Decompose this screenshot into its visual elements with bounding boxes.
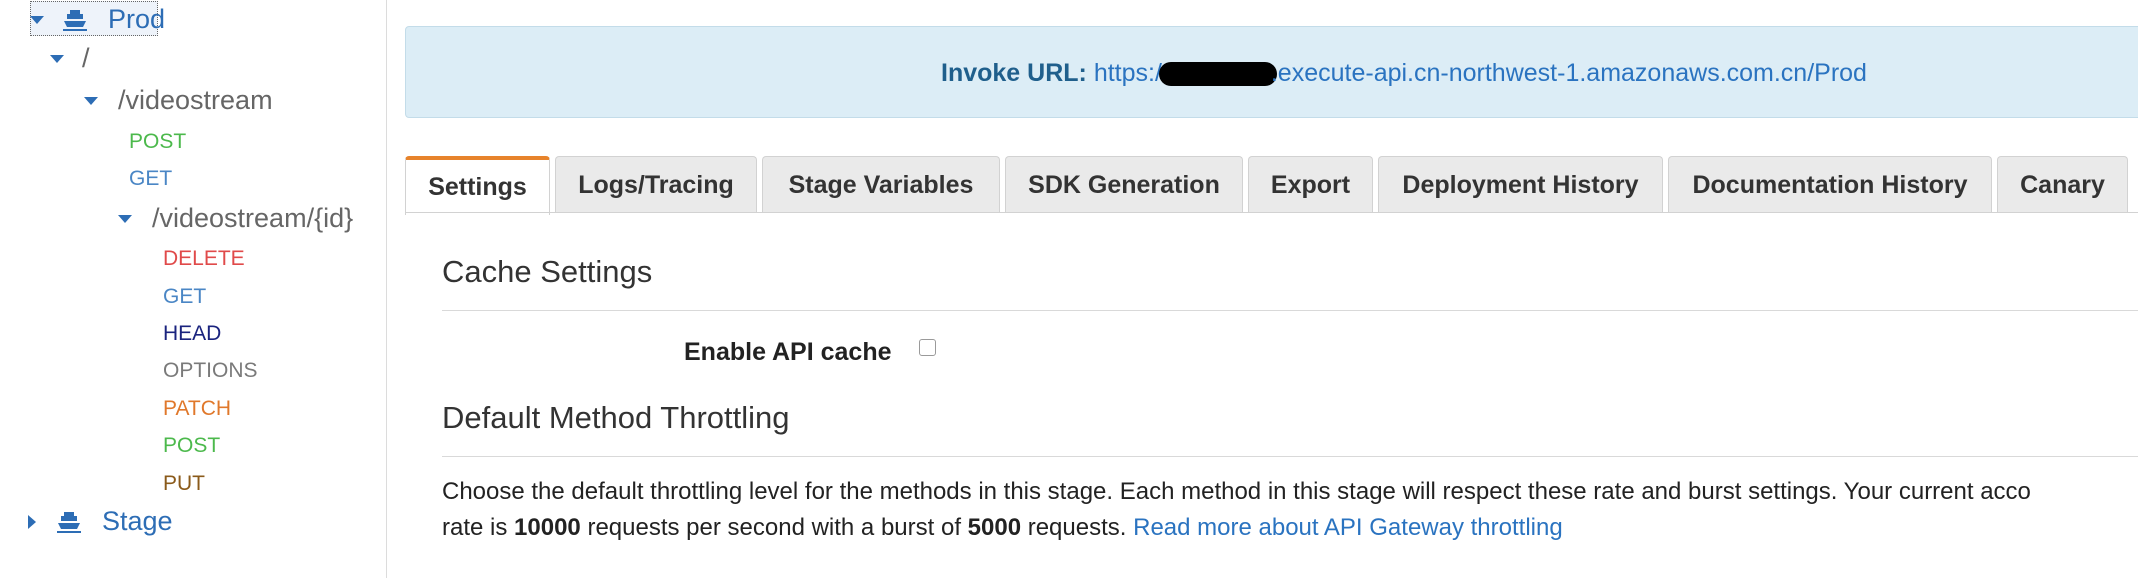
tab-documentation-history[interactable]: Documentation History	[1668, 156, 1992, 213]
tree-node-videostream-id-label: /videostream/{id}	[152, 203, 354, 233]
read-more-throttling-link[interactable]: Read more about API Gateway throttling	[1133, 514, 1563, 541]
stage-icon	[56, 510, 82, 534]
invoke-url-text: Invoke URL: https:// .execute-api.cn-nort…	[941, 59, 1867, 88]
chevron-down-icon[interactable]	[30, 15, 44, 24]
enable-api-cache-label: Enable API cache	[684, 338, 892, 366]
throttling-text: rate is	[442, 514, 515, 541]
throttling-text: requests per second with a burst of	[580, 514, 968, 541]
method-post[interactable]: POST	[129, 130, 186, 154]
chevron-right-icon[interactable]	[28, 514, 36, 529]
method-options[interactable]: OPTIONS	[163, 359, 258, 383]
invoke-url-link[interactable]: https:// .execute-api.cn-northwest-1.amaz…	[1094, 59, 1867, 87]
redaction-mark	[1158, 62, 1277, 87]
throttling-burst-value: 5000	[967, 514, 1022, 541]
tree-node-root-label: /	[82, 43, 90, 73]
tree-node-videostream-label: /videostream	[118, 85, 273, 115]
throttling-rate-value: 10000	[514, 514, 581, 541]
chevron-down-icon[interactable]	[84, 96, 98, 105]
method-head[interactable]: HEAD	[163, 322, 221, 346]
tree-node-stage-label: Stage	[102, 506, 173, 536]
default-method-throttling-title: Default Method Throttling	[442, 400, 790, 435]
method-get[interactable]: GET	[129, 167, 172, 191]
cache-settings-title: Cache Settings	[442, 254, 653, 289]
chevron-down-icon[interactable]	[118, 214, 132, 223]
throttling-text: requests.	[1021, 514, 1134, 541]
tab-sdk-generation[interactable]: SDK Generation	[1005, 156, 1243, 213]
tab-stage-variables[interactable]: Stage Variables	[762, 156, 1000, 213]
tree-node-videostream-id[interactable]: /videostream/{id}	[118, 203, 353, 234]
tree-node-prod-label: Prod	[108, 4, 166, 34]
throttling-description-line2: rate is 10000 requests per second with a…	[442, 514, 1563, 542]
tree-node-root[interactable]: /	[50, 43, 90, 74]
section-divider	[442, 310, 2138, 311]
invoke-url-suffix: .execute-api.cn-northwest-1.amazonaws.co…	[1270, 59, 1867, 87]
enable-api-cache-checkbox[interactable]	[919, 339, 936, 356]
throttling-description-line1: Choose the default throttling level for …	[442, 478, 2031, 505]
invoke-url-banner: Invoke URL: https:// .execute-api.cn-nort…	[405, 26, 2138, 118]
tab-divider	[405, 212, 2138, 213]
tab-canary[interactable]: Canary	[1997, 156, 2128, 213]
method-get[interactable]: GET	[163, 285, 206, 309]
tab-deployment-history[interactable]: Deployment History	[1378, 156, 1663, 213]
section-divider	[442, 456, 2138, 457]
tree-node-videostream[interactable]: /videostream	[84, 85, 273, 116]
invoke-url-label: Invoke URL:	[941, 59, 1087, 87]
tab-export[interactable]: Export	[1248, 156, 1373, 213]
resource-tree: Prod / /videostream POST GET /videostrea…	[0, 0, 387, 578]
invoke-url-prefix: https://	[1093, 59, 1169, 87]
method-patch[interactable]: PATCH	[163, 397, 231, 421]
tab-settings[interactable]: Settings	[405, 156, 550, 215]
tab-logs-tracing[interactable]: Logs/Tracing	[555, 156, 757, 213]
tree-node-stage[interactable]: Stage	[28, 506, 173, 537]
method-delete[interactable]: DELETE	[163, 247, 245, 271]
method-post[interactable]: POST	[163, 434, 220, 458]
chevron-down-icon[interactable]	[50, 54, 64, 63]
method-put[interactable]: PUT	[163, 472, 205, 496]
stage-icon	[62, 8, 88, 32]
tree-node-prod[interactable]: Prod	[30, 4, 165, 35]
